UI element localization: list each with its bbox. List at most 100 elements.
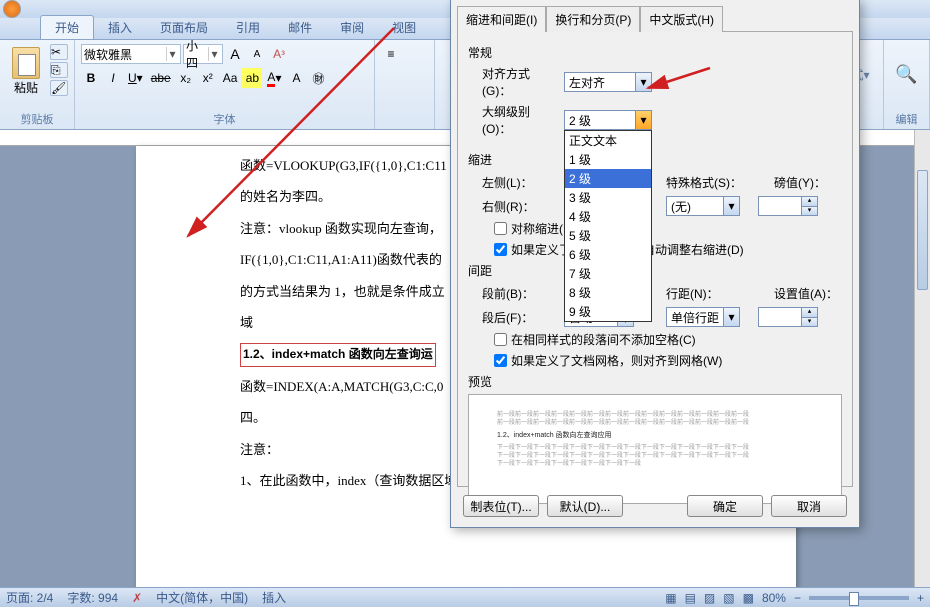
change-case-button[interactable]: Aa [220, 68, 241, 88]
section-preview: 预览 [468, 373, 842, 390]
char-label: 磅值(Y)： [774, 174, 826, 191]
proofing-icon[interactable]: ✗ [132, 591, 142, 605]
outline-option[interactable]: 4 级 [565, 207, 651, 226]
zoom-in-button[interactable]: + [917, 591, 924, 605]
zoom-out-button[interactable]: − [794, 591, 801, 605]
ok-button[interactable]: 确定 [687, 495, 763, 517]
subscript-button[interactable]: x₂ [176, 68, 196, 88]
outline-option[interactable]: 9 级 [565, 302, 651, 321]
tab-home[interactable]: 开始 [40, 15, 94, 39]
left-indent-label: 左侧(L)： [482, 174, 558, 191]
tab-chinese[interactable]: 中文版式(H) [640, 6, 723, 32]
outline-level-select[interactable]: 2 级 ▾ 正文文本 1 级 2 级 3 级 4 级 5 级 6 级 7 级 8… [564, 110, 652, 130]
alignment-value: 左对齐 [565, 74, 635, 91]
view-reading-icon[interactable]: ▤ [685, 591, 696, 605]
alignment-label: 对齐方式(G)： [482, 65, 558, 99]
section-indent: 缩进 [468, 151, 842, 168]
view-web-icon[interactable]: ▨ [704, 591, 715, 605]
view-outline-icon[interactable]: ▧ [723, 591, 734, 605]
alignment-select[interactable]: 左对齐 ▾ [564, 72, 652, 92]
edit-group-label: 编辑 [890, 109, 923, 127]
status-page[interactable]: 页面: 2/4 [6, 589, 53, 606]
grow-font-button[interactable]: A [225, 44, 245, 64]
outline-option[interactable]: 1 级 [565, 150, 651, 169]
status-words[interactable]: 字数: 994 [67, 589, 118, 606]
dialog-body: 常规 对齐方式(G)： 左对齐 ▾ 大纲级别(O)： 2 级 ▾ 正文文本 1 … [457, 31, 853, 487]
highlight-button[interactable]: ab [242, 68, 262, 88]
outline-dropdown: 正文文本 1 级 2 级 3 级 4 级 5 级 6 级 7 级 8 级 9 级 [564, 130, 652, 322]
status-mode[interactable]: 插入 [262, 589, 286, 606]
tab-view[interactable]: 视图 [378, 16, 430, 39]
vertical-scrollbar[interactable] [914, 130, 930, 587]
group-edit: 🔍 编辑 [884, 40, 930, 129]
office-button[interactable] [3, 0, 21, 18]
tab-line-break[interactable]: 换行和分页(P) [546, 6, 640, 32]
char-value-input[interactable]: ▴▾ [758, 196, 818, 216]
outline-label: 大纲级别(O)： [482, 103, 558, 137]
outline-option[interactable]: 3 级 [565, 188, 651, 207]
clipboard-group-label: 剪贴板 [6, 109, 68, 127]
zoom-slider[interactable] [809, 596, 909, 600]
find-icon[interactable]: 🔍 [895, 64, 917, 85]
bold-button[interactable]: B [81, 68, 101, 88]
tab-indent-spacing[interactable]: 缩进和间距(I) [457, 6, 546, 32]
chevron-down-icon: ▾ [208, 47, 220, 61]
font-name-select[interactable]: 微软雅黑 ▾ [81, 44, 181, 64]
superscript-button[interactable]: x² [198, 68, 218, 88]
before-label: 段前(B)： [482, 285, 558, 302]
outline-option[interactable]: 正文文本 [565, 131, 651, 150]
shrink-font-button[interactable]: A [247, 44, 267, 64]
line-spacing-select[interactable]: 单倍行距▾ [666, 307, 740, 327]
zoom-level[interactable]: 80% [762, 591, 786, 605]
tabs-button[interactable]: 制表位(T)... [463, 495, 539, 517]
strike-button[interactable]: abe [148, 68, 174, 88]
special-indent-select[interactable]: (无)▾ [666, 196, 740, 216]
underline-button[interactable]: U▾ [125, 68, 146, 88]
scrollbar-thumb[interactable] [917, 170, 928, 290]
special-label: 特殊格式(S)： [666, 174, 742, 191]
snap-grid-check[interactable]: 如果定义了文档网格，则对齐到网格(W) [468, 352, 842, 369]
tab-layout[interactable]: 页面布局 [146, 16, 222, 39]
tab-insert[interactable]: 插入 [94, 16, 146, 39]
outline-option[interactable]: 5 级 [565, 226, 651, 245]
cut-button[interactable]: ✂ [50, 44, 68, 60]
default-button[interactable]: 默认(D)... [547, 495, 623, 517]
font-size-select[interactable]: 小四 ▾ [183, 44, 223, 64]
paste-label: 粘贴 [14, 79, 38, 96]
bullet-list-button[interactable]: ≡ [381, 44, 401, 64]
font-color-button[interactable]: A▾ [264, 68, 284, 88]
view-draft-icon[interactable]: ▩ [743, 591, 754, 605]
outline-value: 2 级 [565, 112, 635, 129]
view-print-layout-icon[interactable]: ▦ [665, 591, 676, 605]
outline-option[interactable]: 6 级 [565, 245, 651, 264]
clipboard-icon [12, 47, 40, 79]
font-name-value: 微软雅黑 [84, 46, 166, 63]
enclosed-char-button[interactable]: ㊖ [308, 68, 328, 88]
chevron-down-icon: ▾ [166, 47, 178, 61]
group-clipboard: 粘贴 ✂ ⎘ 🖌 剪贴板 [0, 40, 75, 129]
status-language[interactable]: 中文(简体，中国) [156, 589, 248, 606]
auto-indent-check[interactable]: 如果定义了文档网格，则自动调整右缩进(D) [468, 241, 842, 258]
italic-button[interactable]: I [103, 68, 123, 88]
format-painter-button[interactable]: 🖌 [50, 80, 68, 96]
cancel-button[interactable]: 取消 [771, 495, 847, 517]
outline-option[interactable]: 2 级 [565, 169, 651, 188]
mirror-indent-check[interactable]: 对称缩进(M) [468, 220, 842, 237]
no-space-check[interactable]: 在相同样式的段落间不添加空格(C) [468, 331, 842, 348]
char-shading-button[interactable]: A [286, 68, 306, 88]
copy-button[interactable]: ⎘ [50, 62, 68, 78]
outline-option[interactable]: 7 级 [565, 264, 651, 283]
paste-button[interactable]: 粘贴 [6, 44, 46, 99]
chevron-down-icon: ▾ [635, 73, 651, 91]
group-font: 微软雅黑 ▾ 小四 ▾ A A Aᵌ B I U▾ abe x₂ x² Aa a… [75, 40, 375, 129]
dialog-tabs: 缩进和间距(I) 换行和分页(P) 中文版式(H) [451, 0, 859, 31]
clear-format-button[interactable]: Aᵌ [269, 44, 289, 64]
after-label: 段后(F)： [482, 309, 558, 326]
tab-references[interactable]: 引用 [222, 16, 274, 39]
at-value-input[interactable]: ▴▾ [758, 307, 818, 327]
tab-review[interactable]: 审阅 [326, 16, 378, 39]
status-bar: 页面: 2/4 字数: 994 ✗ 中文(简体，中国) 插入 ▦ ▤ ▨ ▧ ▩… [0, 587, 930, 607]
outline-option[interactable]: 8 级 [565, 283, 651, 302]
tab-mail[interactable]: 邮件 [274, 16, 326, 39]
paragraph-dialog: 缩进和间距(I) 换行和分页(P) 中文版式(H) 常规 对齐方式(G)： 左对… [450, 0, 860, 528]
